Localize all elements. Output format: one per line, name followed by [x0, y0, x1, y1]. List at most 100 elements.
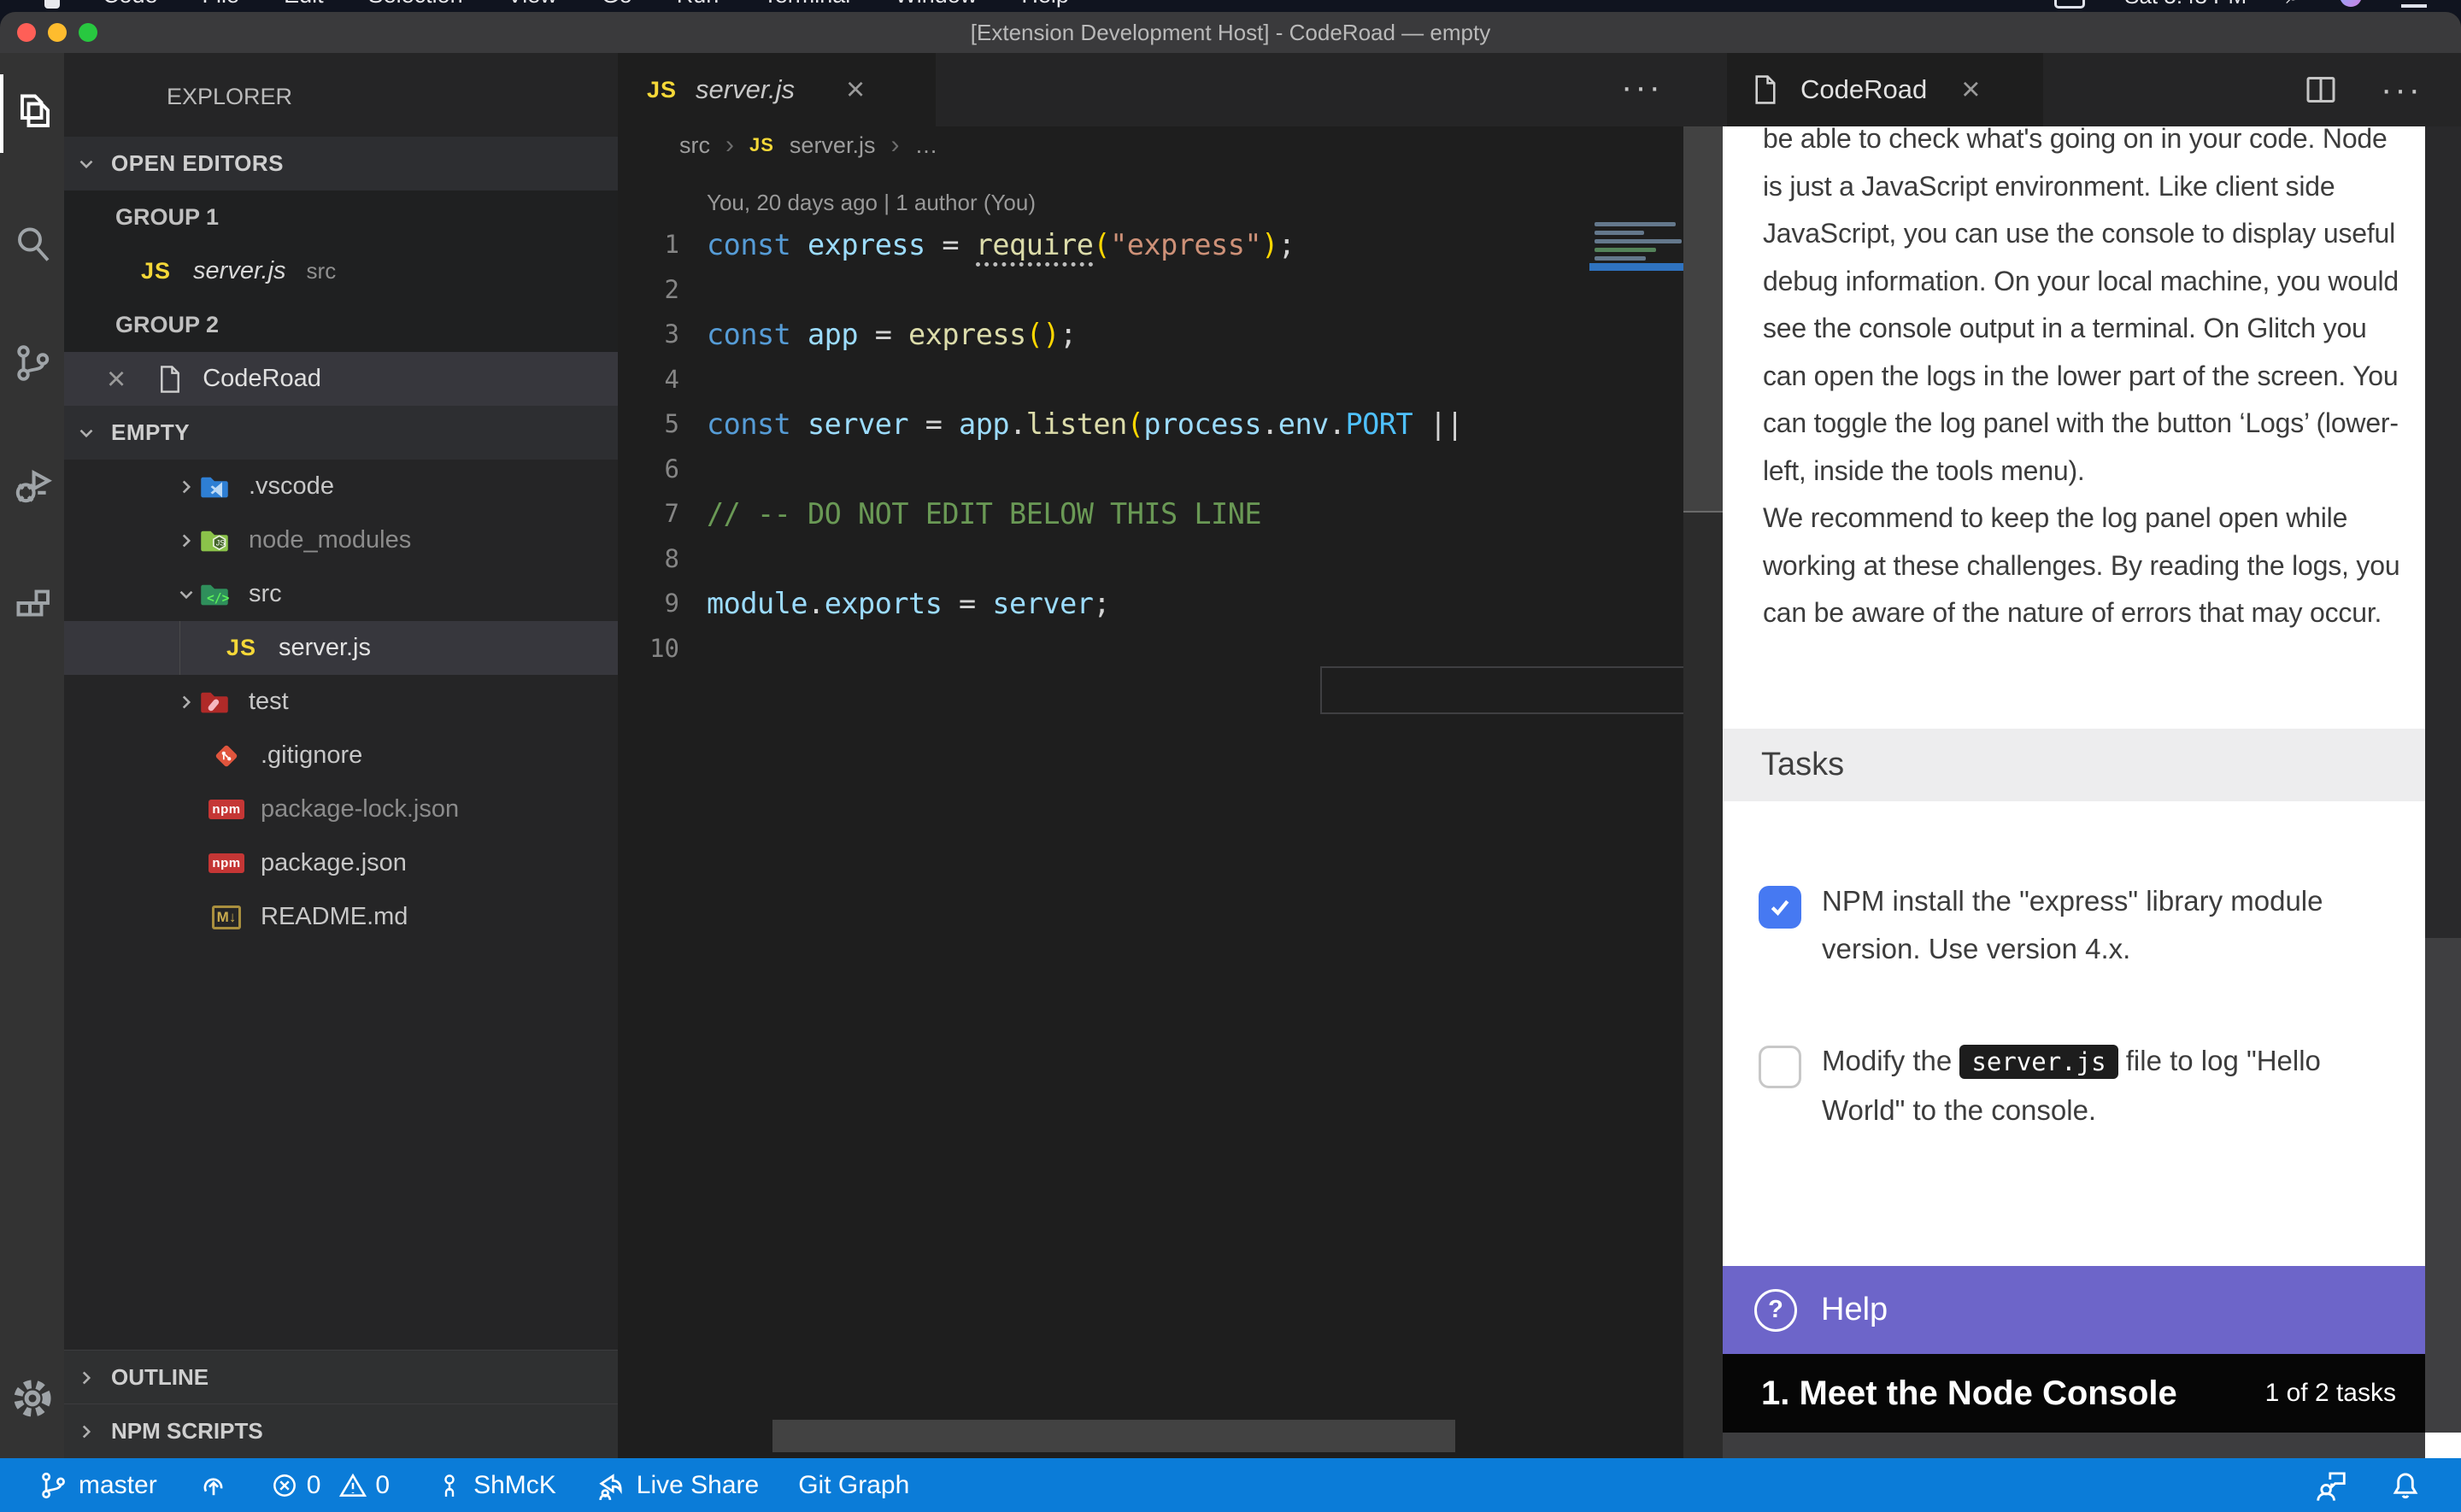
code-token: . [808, 587, 825, 620]
js-file-icon: JS [749, 134, 774, 156]
git-branch-status[interactable]: master [38, 1470, 157, 1501]
file-icon [1753, 74, 1778, 105]
line-number: 10 [618, 634, 679, 663]
live-share-status[interactable]: Live Share [596, 1470, 759, 1501]
code-token: ; [1093, 587, 1110, 620]
menu-item[interactable]: Window [895, 0, 977, 12]
task-checkbox-checked[interactable] [1759, 886, 1801, 929]
code-line[interactable]: 2 [618, 267, 1592, 313]
code-line[interactable]: 7 // -- DO NOT EDIT BELOW THIS LINE [618, 491, 1592, 536]
line-number: 5 [618, 409, 679, 438]
apple-logo-icon[interactable] [44, 0, 60, 9]
help-accordion-button[interactable]: ? Help [1723, 1266, 2425, 1354]
editor-vertical-scrollbar[interactable] [1683, 126, 1723, 1458]
settings-gear-icon[interactable] [0, 1360, 64, 1437]
close-tab-icon[interactable]: × [1961, 73, 1980, 106]
warning-count: 0 [375, 1471, 390, 1500]
minimap-line [1595, 222, 1676, 226]
level-title: 1. Meet the Node Console [1761, 1374, 2177, 1413]
feedback-icon[interactable] [2314, 1469, 2348, 1502]
code-line[interactable]: 9 module.exports = server; [618, 581, 1592, 626]
minimap-line [1595, 256, 1646, 261]
coderoad-webview: be able to check what's going on in your… [1723, 126, 2425, 1458]
menu-item[interactable]: File [203, 0, 240, 12]
window-title-bar[interactable]: [Extension Development Host] - CodeRoad … [0, 12, 2461, 54]
split-editor-icon[interactable] [2305, 75, 2336, 104]
chevron-down-icon [75, 153, 97, 175]
notifications-bell-icon[interactable] [2389, 1469, 2422, 1502]
source-control-icon[interactable] [0, 325, 64, 401]
menu-item[interactable]: Selection [368, 0, 463, 12]
folder-section-header-empty[interactable]: EMPTY [64, 406, 629, 460]
code-token: . [1329, 407, 1346, 441]
menu-item[interactable]: Code [103, 0, 158, 12]
code-line[interactable]: 10 [618, 626, 1592, 671]
node-modules-folder-icon: JS [197, 526, 232, 555]
menu-item[interactable]: Terminal [763, 0, 850, 12]
menu-item[interactable]: Edit [284, 0, 324, 12]
siri-icon[interactable] [2340, 0, 2362, 7]
tab-coderoad[interactable]: CodeRoad × [1727, 53, 2043, 126]
editor-actions-more-icon[interactable]: ··· [1621, 53, 1663, 126]
code-editor[interactable]: 1 const express = require("express"); 2 … [618, 222, 1592, 671]
panel-more-icon[interactable]: ··· [2381, 71, 2423, 109]
npm-scripts-section-header[interactable]: NPM SCRIPTS [64, 1404, 629, 1458]
minimap[interactable] [1592, 210, 1683, 313]
extensions-icon[interactable] [0, 567, 64, 644]
webview-scrollbar[interactable] [2425, 126, 2461, 1458]
breadcrumb-item[interactable]: server.js [790, 132, 876, 159]
menu-item[interactable]: Go [602, 0, 632, 12]
chevron-right-icon [175, 530, 197, 552]
control-center-icon[interactable] [2401, 0, 2427, 8]
npm-icon: npm [209, 795, 244, 824]
code-line[interactable]: 1 const express = require("express"); [618, 222, 1592, 267]
open-editor-item-serverjs[interactable]: JS server.js src [64, 244, 695, 298]
line-number: 2 [618, 275, 679, 304]
tasks-section-header: Tasks [1723, 729, 2425, 801]
coderoad-panel: CodeRoad × ··· be able to check what's g… [1723, 53, 2461, 1458]
task-item: NPM install the "express" library module… [1759, 877, 2343, 972]
code-token: require [976, 228, 1094, 267]
level-footer[interactable]: 1. Meet the Node Console 1 of 2 tasks [1723, 1354, 2425, 1433]
breadcrumb-item[interactable]: src [679, 132, 710, 159]
code-token: = [858, 318, 908, 351]
search-icon[interactable] [0, 205, 64, 282]
code-line[interactable]: 5 const server = app.listen(process.env.… [618, 401, 1592, 447]
editor-tab-bar: JS server.js × ··· [618, 53, 1723, 126]
panel-tab-bar: CodeRoad × ··· [1723, 53, 2461, 126]
code-line[interactable]: 6 [618, 447, 1592, 492]
code-token: // -- DO NOT EDIT BELOW THIS LINE [707, 497, 1261, 530]
code-token: = [942, 587, 992, 620]
menu-item[interactable]: View [508, 0, 557, 12]
scrollbar-thumb[interactable] [2425, 126, 2461, 938]
npm-icon: npm [209, 849, 244, 878]
problems-status[interactable]: 0 0 [270, 1471, 390, 1500]
code-token: module [707, 587, 808, 620]
git-graph-status[interactable]: Git Graph [798, 1471, 909, 1500]
open-editor-item-coderoad[interactable]: × CodeRoad [64, 352, 661, 406]
code-token: = [908, 407, 959, 441]
current-line-highlight [1320, 666, 1723, 714]
codelens-annotation[interactable]: You, 20 days ago | 1 author (You) [707, 190, 1036, 216]
code-line[interactable]: 4 [618, 357, 1592, 402]
run-debug-icon[interactable] [0, 448, 64, 525]
open-editors-header[interactable]: OPEN EDITORS [64, 137, 629, 190]
editor-horizontal-scrollbar[interactable] [772, 1420, 1455, 1452]
code-token: express [908, 318, 1026, 351]
tab-serverjs[interactable]: JS server.js × [618, 53, 936, 126]
task-checkbox-unchecked[interactable] [1759, 1046, 1801, 1088]
code-token: const [707, 228, 808, 261]
code-line[interactable]: 8 [618, 536, 1592, 582]
sync-status-icon[interactable] [198, 1470, 229, 1501]
close-tab-icon[interactable]: × [846, 73, 865, 106]
explorer-icon[interactable] [0, 72, 64, 149]
account-status[interactable]: ShMcK [436, 1471, 556, 1500]
menu-item[interactable]: Help [1021, 0, 1069, 12]
scrollbar-thumb[interactable] [1683, 126, 1723, 513]
spotlight-icon[interactable]: ⌕ [2286, 0, 2300, 12]
outline-section-header[interactable]: OUTLINE [64, 1350, 629, 1404]
close-icon[interactable]: × [107, 363, 126, 396]
breadcrumb-item[interactable]: … [914, 132, 937, 159]
code-line[interactable]: 3 const app = express(); [618, 312, 1592, 357]
menu-item[interactable]: Run [677, 0, 720, 12]
